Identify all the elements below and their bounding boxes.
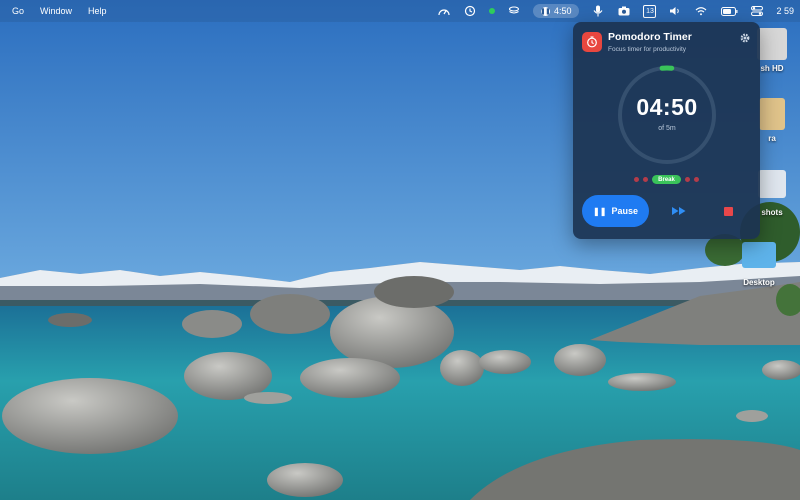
menu-bar: Go Window Help ❚❚ 4:50 13 2 59: [0, 0, 800, 22]
stop-button[interactable]: [720, 203, 736, 219]
timer-display: 04:50: [636, 94, 698, 120]
wifi-icon[interactable]: [694, 4, 708, 18]
stop-icon: [723, 206, 733, 216]
desktop-icon-desktop[interactable]: Desktop: [738, 242, 780, 287]
menu-window[interactable]: Window: [32, 0, 80, 22]
phase-dot: [684, 177, 690, 182]
fast-forward-icon: [672, 207, 686, 215]
phase-indicator: Break: [573, 175, 760, 184]
pause-icon: ❚❚: [593, 206, 607, 216]
status-dot-icon: [488, 8, 495, 14]
phase-dot: [634, 177, 640, 182]
desktop-icon-label: Desktop: [743, 278, 775, 287]
app-title: Pomodoro Timer: [608, 31, 692, 43]
desktop: sh HD ra shots Desktop Go Window Help ❚❚…: [0, 0, 800, 500]
volume-icon[interactable]: [668, 4, 682, 18]
app-subtitle: Focus timer for productivity: [608, 46, 687, 53]
menu-go[interactable]: Go: [4, 0, 32, 22]
menubar-timer-label: 4:50: [553, 6, 572, 16]
battery-icon[interactable]: [720, 4, 738, 18]
control-center-icon[interactable]: [750, 4, 764, 18]
camera-icon[interactable]: [617, 4, 631, 18]
folder-icon: [742, 242, 776, 268]
calendar-icon[interactable]: 13: [643, 4, 657, 18]
menubar-timer[interactable]: ❚❚ 4:50: [532, 4, 580, 18]
phase-dot: [643, 177, 649, 182]
disk-icon: [757, 28, 787, 60]
gear-icon[interactable]: [739, 31, 753, 45]
phase-badge: Break: [652, 175, 681, 184]
pause-label: Pause: [611, 206, 638, 216]
pause-button[interactable]: ❚❚ Pause: [582, 195, 649, 227]
timer-icon: [582, 32, 602, 52]
menu-help[interactable]: Help: [80, 0, 115, 22]
pause-icon: ❚❚: [540, 6, 551, 16]
app-file-icon: [759, 98, 785, 130]
gauge-icon[interactable]: [437, 4, 451, 18]
phase-dot: [693, 177, 699, 182]
microphone-icon[interactable]: [591, 4, 605, 18]
timer-duration: of 5m: [658, 125, 676, 132]
stack-icon[interactable]: [507, 4, 521, 18]
folder-icon: [758, 170, 786, 198]
time-machine-icon[interactable]: [463, 4, 477, 18]
skip-button[interactable]: [668, 203, 690, 219]
calendar-day: 13: [646, 7, 654, 15]
pomodoro-popover: Pomodoro Timer Focus timer for productiv…: [573, 22, 760, 239]
menubar-clock[interactable]: 2 59: [776, 6, 794, 16]
